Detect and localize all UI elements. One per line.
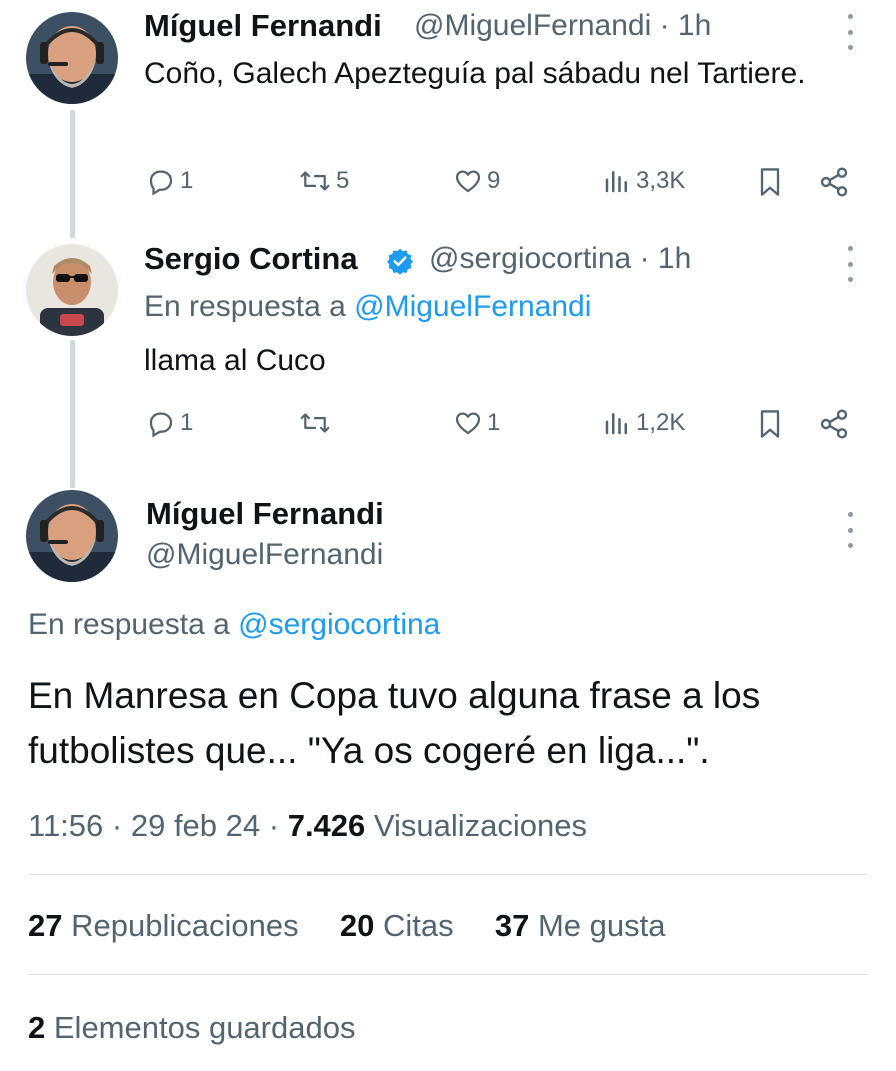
- like-icon: [455, 170, 481, 193]
- tweet-time[interactable]: · 1h: [640, 242, 692, 275]
- share-button[interactable]: [818, 408, 850, 440]
- divider: [28, 974, 868, 975]
- reply-count: 1: [180, 409, 194, 436]
- reposts-label: Republicaciones: [71, 908, 299, 943]
- author-meta: @MiguelFernandi · 1h: [414, 9, 711, 43]
- bookmark-button[interactable]: [756, 166, 784, 198]
- reply-button[interactable]: 1: [146, 408, 193, 438]
- author-name[interactable]: Míguel Fernandi: [146, 496, 384, 532]
- like-count: 1: [487, 409, 501, 436]
- more-icon[interactable]: [845, 246, 855, 282]
- tweet-time[interactable]: · 1h: [660, 9, 712, 42]
- reply-context: En respuesta a @sergiocortina: [28, 608, 440, 642]
- bookmark-button[interactable]: [756, 408, 784, 440]
- share-icon: [820, 409, 848, 439]
- quotes-label: Citas: [382, 908, 454, 943]
- tweet-meta: 11:56 · 29 feb 24 · 7.426 Visualizacione…: [28, 808, 588, 843]
- repost-count: 5: [336, 167, 350, 194]
- views-button[interactable]: 3,3K: [602, 166, 685, 196]
- reply-to-link[interactable]: @sergiocortina: [238, 608, 440, 641]
- avatar[interactable]: [26, 490, 118, 582]
- reply-count: 1: [180, 167, 194, 194]
- thread-connector: [70, 110, 75, 238]
- like-count: 9: [487, 167, 501, 194]
- like-button[interactable]: 9: [453, 166, 500, 196]
- more-icon[interactable]: [845, 512, 855, 548]
- author-handle[interactable]: @sergiocortina: [429, 242, 631, 275]
- views-count: 3,3K: [636, 167, 686, 194]
- reposts-count: 27: [28, 908, 63, 943]
- repost-icon: [300, 171, 330, 191]
- views-count: 1,2K: [636, 409, 686, 436]
- tweet-text: Coño, Galech Apezteguía pal sábadu nel T…: [144, 57, 806, 90]
- bookmarks-stat[interactable]: 2 Elementos guardados: [28, 1010, 355, 1046]
- bookmarks-label: Elementos guardados: [53, 1010, 356, 1045]
- likes-stat[interactable]: 37 Me gusta: [495, 908, 666, 943]
- share-icon: [820, 167, 848, 197]
- tweet-time[interactable]: 11:56: [28, 808, 103, 843]
- avatar[interactable]: [26, 12, 118, 104]
- views-icon: [605, 171, 627, 193]
- views-icon: [605, 413, 627, 435]
- reply-icon: [149, 412, 173, 438]
- tweet-text-line: futbolistes que... "Ya os cogeré en liga…: [28, 730, 710, 771]
- reply-button[interactable]: 1: [146, 166, 193, 196]
- author-meta: @sergiocortina · 1h: [429, 242, 691, 276]
- like-button[interactable]: 1: [453, 408, 500, 438]
- bookmark-icon: [760, 168, 780, 196]
- stats-row: 27 Republicaciones 20 Citas 37 Me gusta: [28, 908, 665, 944]
- tweet-text: llama al Cuco: [144, 344, 326, 377]
- more-icon[interactable]: [845, 14, 855, 50]
- views-label: Visualizaciones: [373, 808, 588, 843]
- thread-connector: [70, 340, 75, 488]
- quotes-stat[interactable]: 20 Citas: [340, 908, 454, 943]
- reposts-stat[interactable]: 27 Republicaciones: [28, 908, 299, 943]
- divider: [28, 874, 868, 875]
- repost-button[interactable]: [298, 408, 336, 438]
- likes-label: Me gusta: [537, 908, 666, 943]
- avatar[interactable]: [26, 244, 118, 336]
- bookmarks-count: 2: [28, 1010, 46, 1045]
- reply-icon: [149, 170, 173, 196]
- reply-to-link[interactable]: @MiguelFernandi: [354, 290, 591, 323]
- author-name[interactable]: Míguel Fernandi: [144, 8, 382, 44]
- reply-context: En respuesta a @MiguelFernandi: [144, 290, 591, 324]
- views-button[interactable]: 1,2K: [602, 408, 685, 438]
- views-count: 7.426: [287, 808, 366, 843]
- tweet-date[interactable]: 29 feb 24: [131, 808, 260, 843]
- quotes-count: 20: [339, 908, 375, 943]
- share-button[interactable]: [818, 166, 850, 198]
- likes-count: 37: [494, 908, 530, 943]
- bookmark-icon: [760, 410, 780, 438]
- repost-button[interactable]: 5: [298, 166, 349, 196]
- tweet-text: En Manresa en Copa tuvo alguna frase a l…: [28, 668, 760, 778]
- like-icon: [455, 412, 481, 435]
- repost-icon: [300, 413, 330, 433]
- verified-badge-icon: [386, 247, 414, 280]
- reply-context-label: En respuesta a: [144, 290, 346, 323]
- reply-context-label: En respuesta a: [28, 608, 230, 641]
- author-handle[interactable]: @MiguelFernandi: [414, 9, 651, 42]
- author-name[interactable]: Sergio Cortina: [144, 241, 358, 277]
- tweet-text-line: En Manresa en Copa tuvo alguna frase a l…: [28, 675, 761, 716]
- author-handle[interactable]: @MiguelFernandi: [146, 538, 383, 572]
